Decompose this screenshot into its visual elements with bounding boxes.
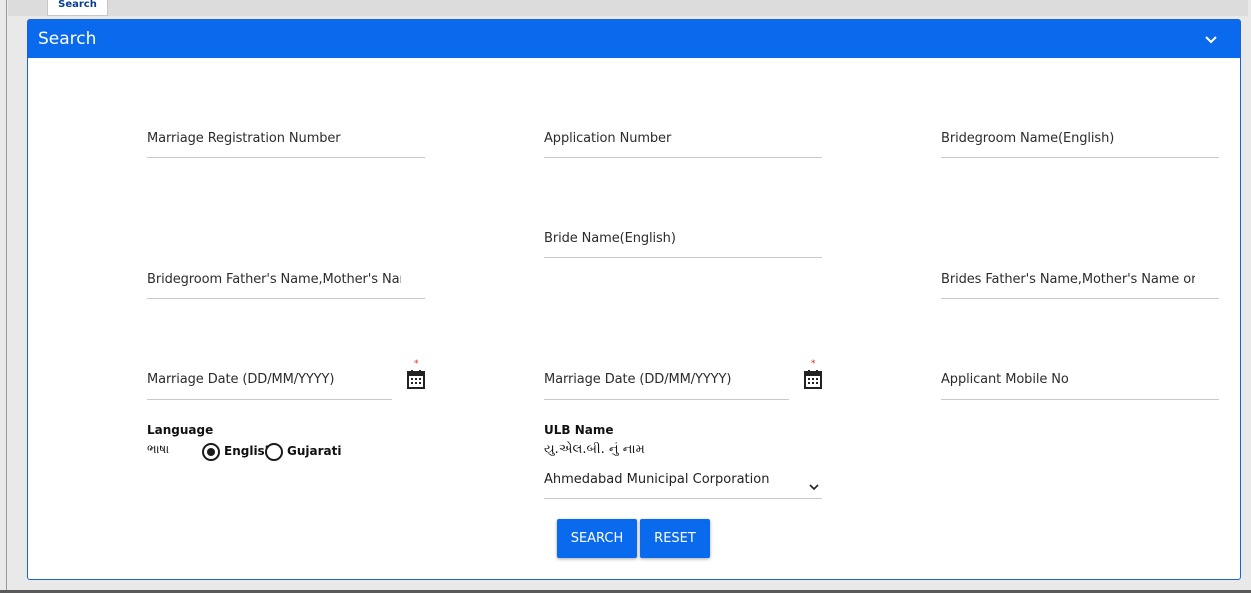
search-button[interactable]: SEARCH — [557, 519, 637, 558]
tab-search[interactable]: Search — [47, 0, 108, 16]
marriage-registration-number-input[interactable]: Marriage Registration Number — [147, 131, 425, 146]
ulb-name-label-gujarati: યુ.એલ.બી. નું નામ — [544, 442, 645, 457]
bridegroom-father-name-input[interactable]: Bridegroom Father's Name,Mother's Name c — [147, 272, 401, 287]
marriage-registration-number-underline — [147, 157, 425, 158]
applicant-mobile-underline — [941, 399, 1219, 400]
tab-strip — [8, 0, 1248, 16]
chevron-down-icon[interactable] — [807, 479, 821, 493]
reset-button[interactable]: RESET — [640, 519, 710, 558]
panel-header[interactable]: Search — [28, 20, 1240, 58]
search-panel: Search — [27, 19, 1241, 580]
page-left-border — [6, 0, 7, 593]
brides-father-name-underline — [941, 298, 1219, 299]
calendar-icon[interactable] — [406, 369, 426, 391]
language-label-gujarati: ભાષા — [147, 442, 170, 456]
marriage-date-from-input[interactable]: Marriage Date (DD/MM/YYYY) — [147, 372, 387, 387]
language-gujarati-radio[interactable] — [265, 443, 283, 461]
marriage-date-from-underline — [147, 399, 392, 400]
required-marker: * — [811, 359, 816, 369]
language-english-radio[interactable] — [202, 443, 220, 461]
brides-father-name-input[interactable]: Brides Father's Name,Mother's Name or Gu — [941, 272, 1195, 287]
chevron-down-icon[interactable] — [1202, 30, 1220, 48]
language-label: Language — [147, 423, 214, 437]
bridegroom-father-name-underline — [147, 298, 425, 299]
panel-title: Search — [38, 29, 97, 49]
applicant-mobile-input[interactable]: Applicant Mobile No — [941, 372, 1219, 387]
bridegroom-name-input[interactable]: Bridegroom Name(English) — [941, 131, 1219, 146]
application-number-input[interactable]: Application Number — [544, 131, 822, 146]
bridegroom-name-underline — [941, 157, 1219, 158]
marriage-date-to-underline — [544, 399, 789, 400]
required-marker: * — [414, 359, 419, 369]
ulb-name-label: ULB Name — [544, 423, 614, 437]
ulb-select-underline — [544, 498, 822, 499]
marriage-date-to-input[interactable]: Marriage Date (DD/MM/YYYY) — [544, 372, 784, 387]
application-number-underline — [544, 157, 822, 158]
bride-name-underline — [544, 257, 822, 258]
calendar-icon[interactable] — [803, 369, 823, 391]
ulb-select[interactable]: Ahmedabad Municipal Corporation — [544, 472, 769, 487]
language-gujarati-label[interactable]: Gujarati — [287, 444, 341, 458]
bride-name-input[interactable]: Bride Name(English) — [544, 231, 822, 246]
